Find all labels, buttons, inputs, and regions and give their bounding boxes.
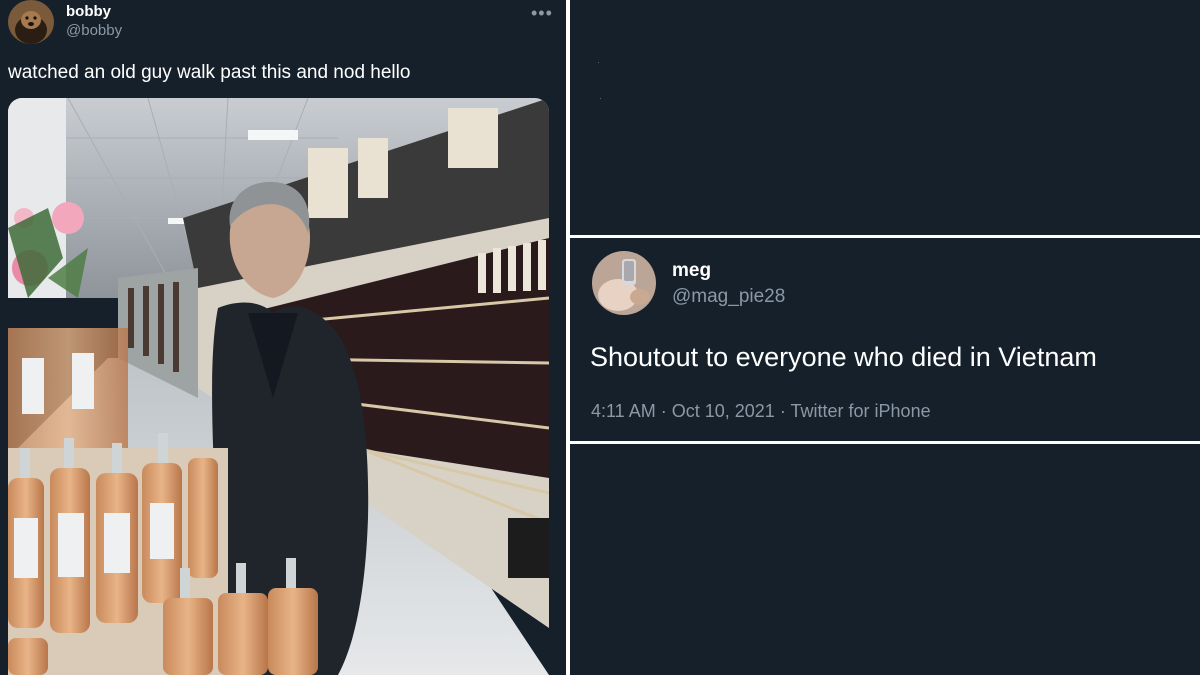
bobby-tweet-text: watched an old guy walk past this and no…: [8, 62, 411, 83]
tweet-time[interactable]: 4:11 AM: [591, 401, 656, 421]
meg-display-name[interactable]: meg: [672, 260, 711, 282]
blank-panel-top: [570, 0, 1200, 235]
blank-panel-bottom: [570, 444, 1200, 675]
tweet-photo[interactable]: [8, 98, 549, 675]
tweet-card-bobby: bobby @bobby ••• watched an old guy walk…: [0, 0, 566, 675]
meg-handle[interactable]: @mag_pie28: [672, 286, 785, 308]
more-horizontal-icon[interactable]: •••: [531, 4, 553, 22]
tweet-source[interactable]: Twitter for iPhone: [791, 401, 931, 421]
tweet-meta: 4:11 AM · Oct 10, 2021 · Twitter for iPh…: [591, 401, 931, 422]
meta-separator: ·: [779, 401, 786, 421]
tweet-date[interactable]: Oct 10, 2021: [672, 401, 775, 421]
tweet-card-meg: meg @mag_pie28 Shoutout to everyone who …: [570, 238, 1200, 441]
dust-speck: [598, 62, 599, 63]
dust-speck: [600, 98, 601, 99]
meg-avatar[interactable]: [592, 251, 656, 315]
bobby-handle[interactable]: @bobby: [66, 22, 122, 39]
wine-aisle-photo: [8, 98, 549, 675]
meta-separator: ·: [660, 401, 667, 421]
bobby-display-name[interactable]: bobby: [66, 3, 111, 20]
bobby-avatar[interactable]: [8, 0, 54, 44]
meg-tweet-text: Shoutout to everyone who died in Vietnam: [590, 342, 1097, 372]
